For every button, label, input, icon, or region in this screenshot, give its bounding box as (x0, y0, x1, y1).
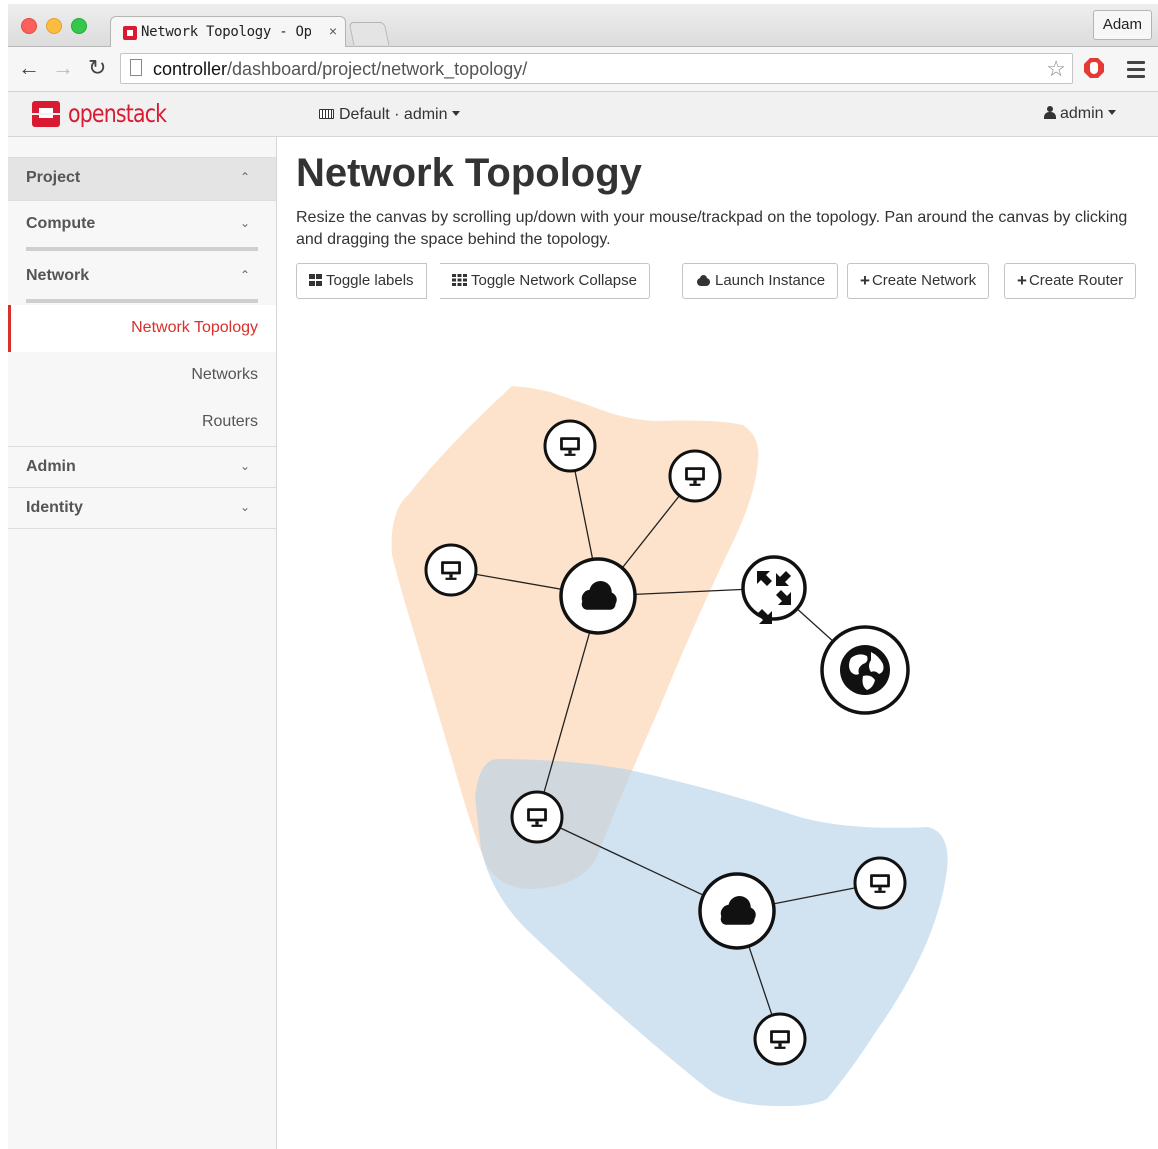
url-path: /dashboard/project/network_topology/ (227, 59, 528, 79)
sidebar-section-label: Identity (26, 499, 83, 516)
globe-icon (840, 645, 890, 695)
profile-button[interactable]: Adam (1092, 10, 1152, 40)
user-menu[interactable]: admin (1044, 105, 1116, 123)
instance-node[interactable] (853, 856, 907, 910)
toggle-labels-button[interactable]: Toggle labels (296, 263, 427, 299)
router-node[interactable] (741, 555, 807, 624)
sidebar-section-label: Project (26, 169, 81, 186)
sidebar-group-label: Compute (26, 215, 96, 232)
external-network-node[interactable] (820, 625, 910, 715)
sidebar-item-networks[interactable]: Networks (8, 352, 276, 399)
address-bar[interactable]: controller/dashboard/project/network_top… (120, 53, 1073, 84)
create-network-button[interactable]: + Create Network (847, 263, 990, 299)
plus-icon: + (1017, 271, 1027, 290)
menu-icon[interactable] (1127, 61, 1145, 82)
close-window-button[interactable] (21, 18, 37, 34)
reload-icon[interactable]: ↻ (88, 57, 106, 79)
tab-title: Network Topology - OpenS (141, 24, 311, 40)
chevron-down-icon: ⌄ (239, 500, 250, 514)
plus-icon: + (860, 271, 870, 290)
minimize-window-button[interactable] (46, 18, 62, 34)
button-label: Launch Instance (715, 272, 826, 289)
browser-window: Network Topology - OpenS × Adam ← → ↻ co… (8, 4, 1158, 1149)
instance-node[interactable] (543, 419, 597, 473)
sidebar-item-label: Network Topology (131, 319, 258, 336)
bookmark-star-icon[interactable]: ☆ (1046, 56, 1066, 82)
sidebar-group-compute[interactable]: Compute ⌄ (8, 201, 276, 253)
button-label: Toggle Network Collapse (471, 272, 637, 289)
network-node[interactable] (559, 557, 637, 635)
openstack-logo-icon (32, 101, 60, 127)
sidebar-group-network[interactable]: Network ⌃ (8, 253, 276, 305)
sidebar-section-label: Admin (26, 458, 76, 475)
button-label: Toggle labels (326, 272, 414, 289)
logo-text: openstack (68, 99, 167, 128)
chevron-up-icon: ⌃ (239, 268, 250, 282)
button-label: Create Router (1028, 272, 1124, 289)
toggle-network-collapse-button[interactable]: Toggle Network Collapse (440, 263, 650, 299)
th-icon (452, 274, 467, 286)
cloud-upload-icon (695, 275, 711, 286)
chevron-up-icon: ⌃ (239, 170, 250, 184)
chevron-down-icon: ⌄ (239, 459, 250, 473)
sidebar: Project ⌃ Compute ⌄ Network ⌃ Network To… (8, 137, 277, 1149)
sidebar-item-label: Routers (201, 413, 258, 430)
main-content: Network Topology Resize the canvas by sc… (277, 137, 1158, 1149)
url-text[interactable]: controller/dashboard/project/network_top… (153, 59, 527, 80)
page-icon (130, 59, 142, 76)
sidebar-item-routers[interactable]: Routers (8, 399, 276, 447)
page-title: Network Topology (296, 151, 642, 195)
tab-strip: Network Topology - OpenS × Adam (8, 4, 1158, 47)
openstack-favicon-icon (123, 26, 137, 40)
back-arrow-icon[interactable]: ← (18, 57, 40, 79)
user-menu-label: admin (1060, 105, 1104, 122)
sidebar-item-label: Networks (191, 366, 258, 383)
button-label: Create Network (871, 272, 977, 289)
sidebar-section-project[interactable]: Project ⌃ (8, 158, 276, 201)
launch-instance-button[interactable]: Launch Instance (682, 263, 839, 299)
project-selector[interactable]: Default · admin (319, 106, 460, 124)
instance-node[interactable] (668, 449, 722, 503)
th-large-icon (309, 274, 322, 286)
sidebar-group-label: Network (26, 267, 90, 284)
url-host: controller (153, 59, 228, 79)
browser-toolbar: ← → ↻ controller/dashboard/project/netwo… (8, 47, 1158, 92)
sidebar-item-network-topology[interactable]: Network Topology (8, 305, 276, 352)
new-tab-button[interactable] (348, 22, 390, 45)
forward-arrow-icon[interactable]: → (52, 57, 74, 79)
instance-node[interactable] (424, 543, 478, 597)
caret-down-icon (1107, 110, 1116, 115)
zoom-window-button[interactable] (71, 18, 87, 34)
tab-close-icon[interactable]: × (329, 23, 337, 39)
dashboard-header: openstack Default · admin admin (8, 92, 1158, 137)
chevron-down-icon: ⌄ (239, 216, 250, 230)
instance-node[interactable] (510, 790, 564, 844)
create-router-button[interactable]: + Create Router (1004, 263, 1137, 299)
browser-tab[interactable]: Network Topology - OpenS × (110, 16, 346, 47)
page-description: Resize the canvas by scrolling up/down w… (296, 209, 1128, 248)
user-icon (1044, 106, 1056, 119)
network-node[interactable] (698, 872, 776, 950)
project-icon (319, 109, 334, 119)
instance-node[interactable] (753, 1012, 807, 1066)
adblock-stop-icon[interactable] (1084, 58, 1104, 78)
caret-down-icon (451, 111, 460, 116)
sidebar-section-identity[interactable]: Identity ⌄ (8, 488, 276, 529)
sidebar-section-admin[interactable]: Admin ⌄ (8, 447, 276, 488)
project-selector-label: Default · admin (339, 106, 448, 123)
